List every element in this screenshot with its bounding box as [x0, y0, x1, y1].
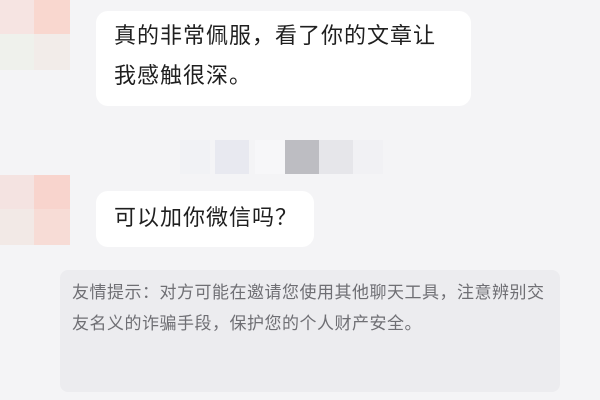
mosaic-pixel: [215, 140, 249, 174]
avatar-pixel-block: [0, 209, 36, 245]
mosaic-pixel: [285, 140, 319, 174]
mosaic-pixel: [180, 140, 210, 174]
system-safety-tip: 友情提示：对方可能在邀请您使用其他聊天工具，注意辨别交友名义的诈骗手段，保护您的…: [60, 270, 560, 392]
redacted-timestamp: [180, 140, 460, 174]
message-text-line: 可以加你微信吗？: [114, 206, 299, 231]
message-text-line: 我感触很深。: [114, 64, 253, 89]
message-bubble[interactable]: 真的非常佩服，看了你的文章让 我感触很深。: [96, 11, 471, 106]
avatar-pixel-block: [0, 0, 36, 36]
sender-avatar[interactable]: [0, 175, 70, 245]
avatar-pixel-block: [34, 209, 70, 245]
avatar-pixel-block: [34, 175, 70, 211]
mosaic-pixel: [353, 140, 383, 174]
avatar-pixel-block: [34, 34, 70, 70]
avatar-pixel-block: [0, 34, 36, 70]
mosaic-pixel: [319, 140, 353, 174]
avatar-pixel-block: [0, 175, 36, 211]
avatar-pixel-block: [34, 0, 70, 36]
sender-avatar[interactable]: [0, 0, 70, 70]
mosaic-pixel: [255, 140, 285, 174]
message-text-line: 真的非常佩服，看了你的文章让: [114, 24, 437, 49]
message-bubble[interactable]: 可以加你微信吗？: [96, 191, 314, 247]
system-tip-text: 友情提示：对方可能在邀请您使用其他聊天工具，注意辨别交友名义的诈骗手段，保护您的…: [72, 283, 545, 334]
